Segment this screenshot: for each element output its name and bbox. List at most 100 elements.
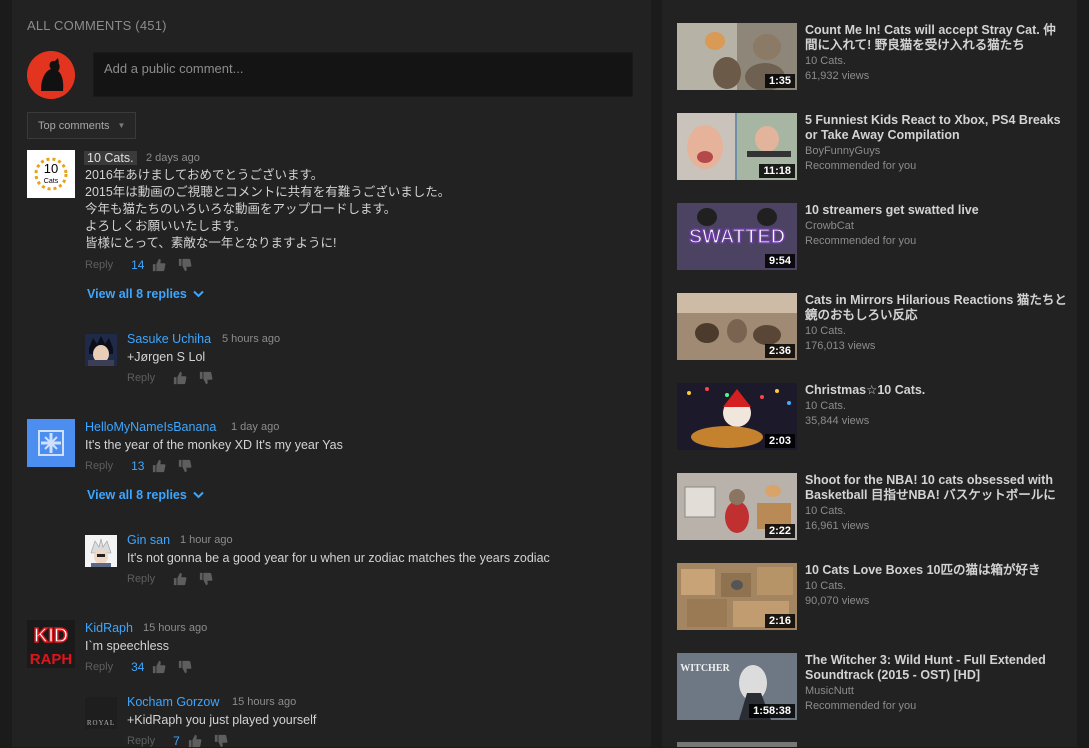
reply-text: +KidRaph you just played yourself	[127, 713, 317, 727]
comment-avatar[interactable]: 10 Cats	[27, 150, 75, 198]
related-video-item[interactable]: 1:35 Count Me In! Cats will accept Stray…	[677, 23, 1077, 93]
video-meta: Recommended for you	[805, 160, 917, 172]
related-video-item[interactable]: 11:18 5 Funniest Kids React to Xbox, PS4…	[677, 113, 1077, 183]
comment-time[interactable]: 1 day ago	[231, 421, 279, 433]
comment-actions: Reply 34	[85, 660, 204, 674]
comments-count-header: ALL COMMENTS (451)	[27, 18, 167, 33]
comment-author[interactable]: KidRaph	[85, 621, 133, 635]
reply-time[interactable]: 5 hours ago	[222, 333, 280, 345]
add-comment-input[interactable]: Add a public comment...	[93, 52, 633, 97]
thumbs-down-icon[interactable]	[178, 258, 192, 272]
thumbs-up-icon[interactable]	[152, 459, 166, 473]
thumbs-down-icon[interactable]	[199, 572, 213, 586]
comment-actions: Reply 14	[85, 258, 204, 272]
chevron-down-icon	[193, 290, 204, 298]
video-title[interactable]: 10 Cats Love Boxes 10匹の猫は箱が好き	[805, 563, 1067, 578]
video-meta: Recommended for you	[805, 700, 917, 712]
thumbs-up-icon[interactable]	[173, 371, 187, 385]
thumbs-up-icon[interactable]	[173, 572, 187, 586]
thumbs-down-icon[interactable]	[214, 734, 228, 748]
reply-text: It's not gonna be a good year for u when…	[127, 551, 550, 565]
video-channel: 10 Cats.	[805, 505, 846, 517]
related-video-item[interactable]: 2:22 Shoot for the NBA! 10 cats obsessed…	[677, 473, 1077, 543]
thumbnail-text: SWATTED	[689, 226, 785, 248]
comment-time[interactable]: 15 hours ago	[143, 622, 207, 634]
related-video-item[interactable]: 2:03 Christmas☆10 Cats. 10 Cats. 35,844 …	[677, 383, 1077, 453]
view-replies-button[interactable]: View all 8 replies	[87, 287, 204, 301]
comment-text: 2016年あけましておめでとうございます。 2015年は動画のご視聴とコメントに…	[85, 168, 451, 250]
related-video-item[interactable]: 2:36 Cats in Mirrors Hilarious Reactions…	[677, 293, 1077, 363]
video-thumbnail[interactable]: 11:18	[677, 113, 797, 180]
reply-avatar[interactable]	[85, 535, 117, 567]
video-title[interactable]: 5 Funniest Kids React to Xbox, PS4 Break…	[805, 113, 1067, 143]
related-video-item[interactable]: SWATTED 9:54 10 streamers get swatted li…	[677, 203, 1077, 273]
thumbs-up-icon[interactable]	[152, 258, 166, 272]
video-channel: MusicNutt	[805, 685, 854, 697]
thumbs-down-icon[interactable]	[199, 371, 213, 385]
reply-avatar[interactable]: ROYAL	[85, 697, 117, 729]
comment-time[interactable]: 2 days ago	[146, 152, 200, 164]
comment-avatar[interactable]	[27, 419, 75, 467]
reply-button[interactable]: Reply	[127, 372, 155, 384]
royal-logo-icon: ROYAL	[85, 697, 117, 729]
video-channel: CrowbCat	[805, 220, 854, 232]
reply-author[interactable]: Sasuke Uchiha	[127, 332, 211, 346]
reply-author[interactable]: Kocham Gorzow	[127, 695, 219, 709]
video-thumbnail[interactable]: SWATTED 9:54	[677, 203, 797, 270]
reply-author[interactable]: Gin san	[127, 533, 170, 547]
comment-text: It's the year of the monkey XD It's my y…	[85, 438, 343, 452]
video-thumbnail[interactable]: 1:35	[677, 23, 797, 90]
related-video-item[interactable]: WITCHER 1:58:38 The Witcher 3: Wild Hunt…	[677, 653, 1077, 723]
video-title[interactable]: Christmas☆10 Cats.	[805, 383, 1067, 398]
video-duration: 1:58:38	[749, 704, 795, 718]
thumbs-down-icon[interactable]	[178, 660, 192, 674]
video-thumbnail[interactable]: WITCHER 1:58:38	[677, 653, 797, 720]
comment-author[interactable]: 10 Cats.	[84, 151, 137, 165]
reply-avatar[interactable]	[85, 334, 117, 366]
partial-video-thumbnail[interactable]	[677, 742, 797, 747]
related-video-item[interactable]: 2:16 10 Cats Love Boxes 10匹の猫は箱が好き 10 Ca…	[677, 563, 1077, 633]
comment-avatar[interactable]: KID RAPH	[27, 620, 75, 668]
video-duration: 2:36	[764, 344, 795, 358]
video-meta: Recommended for you	[805, 235, 917, 247]
video-channel: 10 Cats.	[805, 400, 846, 412]
anime-character-icon	[85, 334, 117, 366]
video-thumbnail[interactable]: 2:03	[677, 383, 797, 450]
reply-button[interactable]: Reply	[85, 661, 113, 673]
reply-button[interactable]: Reply	[85, 460, 113, 472]
video-title[interactable]: Cats in Mirrors Hilarious Reactions 猫たちと…	[805, 293, 1067, 323]
video-duration: 9:54	[764, 254, 795, 268]
sort-comments-dropdown[interactable]: Top comments ▼	[27, 112, 137, 139]
video-title[interactable]: The Witcher 3: Wild Hunt - Full Extended…	[805, 653, 1067, 683]
add-comment-placeholder: Add a public comment...	[104, 61, 244, 76]
reply-time[interactable]: 15 hours ago	[232, 696, 296, 708]
video-meta: 35,844 views	[805, 415, 870, 427]
view-replies-label: View all 8 replies	[87, 488, 187, 502]
video-meta: 176,013 views	[805, 340, 876, 352]
cat-logo-icon: 10 Cats	[27, 150, 75, 198]
thumbs-down-icon[interactable]	[178, 459, 192, 473]
view-replies-button[interactable]: View all 8 replies	[87, 488, 204, 502]
reply-time[interactable]: 1 hour ago	[180, 534, 233, 546]
chevron-down-icon	[193, 491, 204, 499]
video-duration: 2:03	[764, 434, 795, 448]
video-title[interactable]: Shoot for the NBA! 10 cats obsessed with…	[805, 473, 1067, 503]
reply-button[interactable]: Reply	[127, 735, 155, 747]
like-count: 14	[131, 258, 145, 272]
chevron-down-icon: ▼	[117, 121, 126, 130]
comment-text: I`m speechless	[85, 639, 170, 653]
video-thumbnail[interactable]: 2:22	[677, 473, 797, 540]
video-meta: 16,961 views	[805, 520, 870, 532]
video-thumbnail[interactable]: 2:16	[677, 563, 797, 630]
my-avatar[interactable]	[27, 51, 75, 99]
reply-button[interactable]: Reply	[85, 259, 113, 271]
video-meta: 90,070 views	[805, 595, 870, 607]
video-channel: 10 Cats.	[805, 325, 846, 337]
video-title[interactable]: Count Me In! Cats will accept Stray Cat.…	[805, 23, 1067, 53]
thumbs-up-icon[interactable]	[188, 734, 202, 748]
reply-button[interactable]: Reply	[127, 573, 155, 585]
video-title[interactable]: 10 streamers get swatted live	[805, 203, 1067, 218]
video-thumbnail[interactable]: 2:36	[677, 293, 797, 360]
comment-author[interactable]: HelloMyNameIsBanana	[85, 420, 216, 434]
thumbs-up-icon[interactable]	[152, 660, 166, 674]
